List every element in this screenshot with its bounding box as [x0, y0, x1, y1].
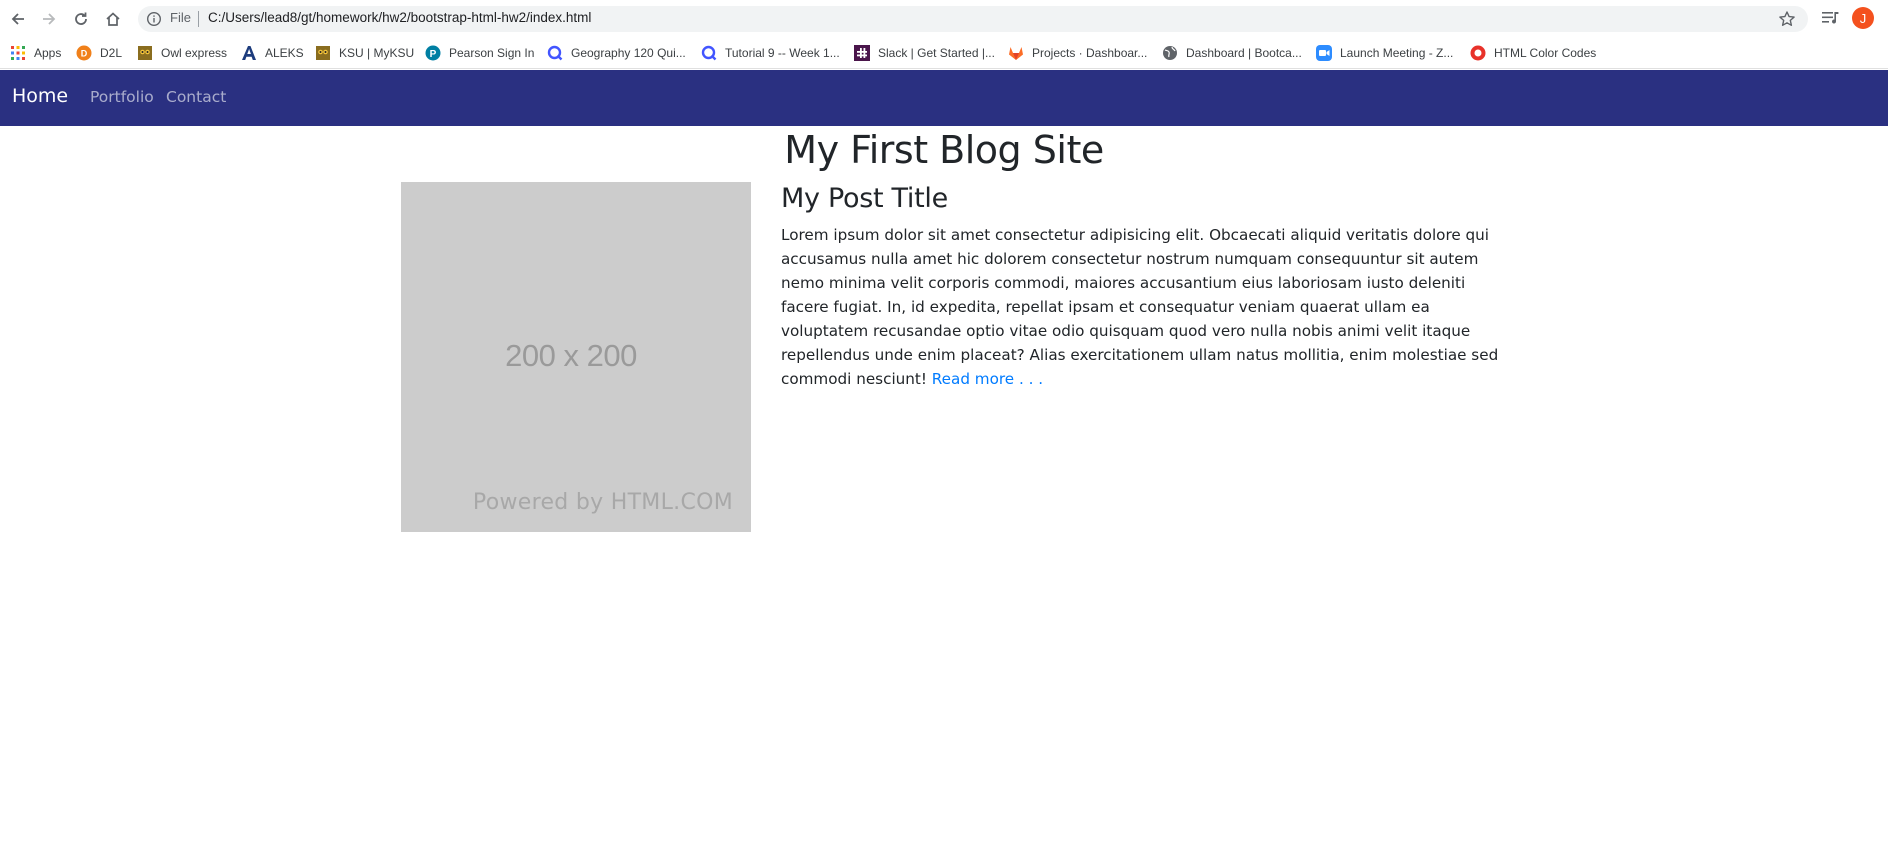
bookmark-html-color-codes[interactable]: HTML Color Codes — [1470, 43, 1596, 63]
bookmark-aleks[interactable]: ALEKS — [241, 43, 304, 63]
home-button[interactable] — [102, 8, 124, 30]
nav-link-portfolio[interactable]: Portfolio — [90, 88, 154, 106]
apps-grid-icon — [10, 45, 26, 61]
nav-link-contact[interactable]: Contact — [166, 88, 226, 106]
bookmark-slack[interactable]: Slack | Get Started |... — [854, 43, 995, 63]
bookmark-label: Launch Meeting - Z... — [1340, 46, 1454, 60]
back-arrow-icon — [11, 13, 24, 25]
bookmark-label: Pearson Sign In — [449, 46, 535, 60]
file-scheme-label: File — [170, 10, 191, 25]
pearson-icon: P — [425, 45, 441, 61]
bookmark-gitlab[interactable]: Projects · Dashboar... — [1008, 43, 1147, 63]
bookmark-bootcamp[interactable]: Dashboard | Bootca... — [1162, 43, 1302, 63]
bookmark-label: D2L — [100, 46, 123, 60]
quizlet-icon — [701, 45, 717, 61]
site-navbar: Home Portfolio Contact — [0, 70, 1888, 126]
bookmark-label: Owl express — [161, 46, 228, 60]
reload-icon — [75, 12, 87, 25]
profile-avatar[interactable]: J — [1852, 7, 1874, 29]
bookmark-zoom[interactable]: Launch Meeting - Z... — [1316, 43, 1453, 63]
placeholder-image: 200 x 200 Powered by HTML.COM — [401, 182, 751, 532]
post-body: Lorem ipsum dolor sit amet consectetur a… — [781, 223, 1517, 391]
bookmark-label: Tutorial 9 -- Week 1... — [725, 46, 840, 60]
home-icon — [106, 12, 120, 26]
owl-icon — [137, 45, 153, 61]
globe-icon — [1162, 45, 1178, 61]
url-text[interactable]: C:/Users/lead8/gt/homework/hw2/bootstrap… — [208, 10, 591, 25]
aleks-icon — [241, 45, 257, 61]
post-body-text: Lorem ipsum dolor sit amet consectetur a… — [781, 226, 1499, 388]
color-codes-icon — [1470, 45, 1486, 61]
bookmark-d2l[interactable]: D D2L — [76, 43, 122, 63]
bookmark-label: Projects · Dashboar... — [1032, 46, 1148, 60]
bookmark-owl-express[interactable]: Owl express — [137, 43, 227, 63]
gitlab-icon — [1008, 45, 1024, 61]
zoom-icon — [1316, 45, 1332, 61]
bookmark-label: ALEKS — [265, 46, 304, 60]
bookmark-label: Slack | Get Started |... — [878, 46, 995, 60]
owl-icon — [315, 45, 331, 61]
bookmark-myksu[interactable]: KSU | MyKSU — [315, 43, 414, 63]
bookmark-apps[interactable]: Apps — [10, 43, 61, 63]
info-icon[interactable] — [146, 11, 162, 27]
bookmark-star-icon[interactable] — [1778, 10, 1796, 28]
bookmark-tutorial[interactable]: Tutorial 9 -- Week 1... — [701, 43, 840, 63]
bookmark-geography[interactable]: Geography 120 Qui... — [547, 43, 686, 63]
bookmark-label: Geography 120 Qui... — [571, 46, 686, 60]
bookmarks-bar: Apps D D2L Owl express ALEKS KSU | MyKSU… — [0, 37, 1888, 69]
quizlet-icon — [547, 45, 563, 61]
read-more-link[interactable]: Read more . . . — [932, 370, 1043, 388]
d2l-icon: D — [76, 45, 92, 61]
placeholder-powered-text: Powered by HTML.COM — [472, 490, 733, 515]
slack-icon — [854, 45, 870, 61]
back-button[interactable] — [7, 8, 29, 30]
address-bar[interactable]: File C:/Users/lead8/gt/homework/hw2/boot… — [138, 6, 1808, 32]
page-title: My First Blog Site — [784, 128, 1104, 172]
browser-toolbar: File C:/Users/lead8/gt/homework/hw2/boot… — [0, 0, 1888, 37]
bookmark-label: Apps — [34, 46, 62, 60]
bookmark-pearson[interactable]: P Pearson Sign In — [425, 43, 534, 63]
post-title: My Post Title — [781, 183, 948, 214]
address-separator — [198, 11, 199, 27]
placeholder-size-text: 200 x 200 — [505, 338, 637, 373]
reload-button[interactable] — [70, 8, 92, 30]
svg-text:D: D — [81, 49, 88, 59]
bookmark-label: HTML Color Codes — [1494, 46, 1597, 60]
bookmark-label: KSU | MyKSU — [339, 46, 415, 60]
bookmark-label: Dashboard | Bootca... — [1186, 46, 1302, 60]
media-control-icon[interactable] — [1821, 9, 1841, 27]
forward-arrow-icon — [43, 13, 56, 25]
navbar-brand-home[interactable]: Home — [12, 85, 68, 107]
svg-text:P: P — [430, 49, 437, 60]
forward-button[interactable] — [38, 8, 60, 30]
